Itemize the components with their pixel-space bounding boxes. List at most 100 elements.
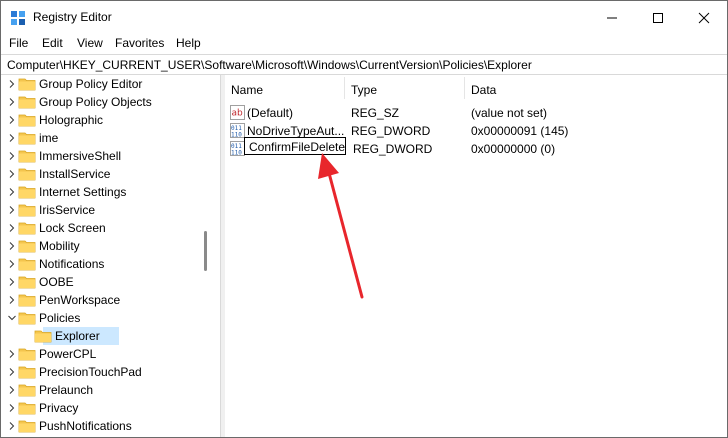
value-name: NoDriveTypeAut... <box>247 124 345 138</box>
tree-item[interactable]: ImmersiveShell <box>1 147 206 165</box>
chevron-right-icon[interactable] <box>7 114 17 126</box>
close-icon <box>698 12 710 24</box>
value-row[interactable]: 011 110 ConfirmFileDelete REG_DWORD 0x000000… <box>225 137 727 157</box>
folder-icon <box>18 365 36 379</box>
chevron-right-icon[interactable] <box>7 420 17 432</box>
menu-favorites[interactable]: Favorites <box>115 36 164 50</box>
svg-text:110: 110 <box>231 150 242 157</box>
tree-item[interactable]: Mobility <box>1 237 206 255</box>
close-button[interactable] <box>681 1 727 34</box>
maximize-button[interactable] <box>635 1 681 34</box>
tree-item[interactable]: PowerCPL <box>1 345 206 363</box>
value-data: 0x00000000 (0) <box>471 142 556 156</box>
tree-item-label: PushNotifications <box>39 419 132 433</box>
tree-item[interactable]: IrisService <box>1 201 206 219</box>
column-header-name-label: Name <box>231 83 264 97</box>
value-row[interactable]: ab (Default) REG_SZ (value not set) <box>225 103 727 121</box>
chevron-right-icon[interactable] <box>7 132 17 144</box>
minimize-button[interactable] <box>589 1 635 34</box>
chevron-right-icon[interactable] <box>7 240 17 252</box>
chevron-right-icon[interactable] <box>7 258 17 270</box>
folder-icon <box>18 131 36 145</box>
tree-item-label: ime <box>39 131 59 145</box>
tree-item[interactable]: Prelaunch <box>1 381 206 399</box>
folder-icon <box>18 203 36 217</box>
menu-bar: File Edit View Favorites Help <box>1 34 727 53</box>
folder-icon <box>18 221 36 235</box>
chevron-right-icon[interactable] <box>7 150 17 162</box>
chevron-right-icon[interactable] <box>7 222 17 234</box>
tree-item-label: OOBE <box>39 275 74 289</box>
chevron-right-icon[interactable] <box>7 186 17 198</box>
chevron-right-icon[interactable] <box>7 294 17 306</box>
tree-scrollbar-thumb[interactable] <box>204 231 207 271</box>
folder-icon <box>18 257 36 271</box>
column-header-name[interactable]: Name <box>225 75 344 101</box>
tree-item[interactable]: OOBE <box>1 273 206 291</box>
chevron-right-icon[interactable] <box>7 204 17 216</box>
folder-icon <box>18 347 36 361</box>
chevron-right-icon[interactable] <box>7 384 17 396</box>
column-header-type[interactable]: Type <box>345 75 464 101</box>
column-header-data-label: Data <box>471 83 497 97</box>
tree-item-label: Privacy <box>39 401 79 415</box>
tree-item[interactable]: Group Policy Editor <box>1 75 206 93</box>
value-name: (Default) <box>247 106 294 120</box>
title-bar[interactable]: Registry Editor <box>1 1 727 34</box>
tree-item[interactable]: Notifications <box>1 255 206 273</box>
folder-icon <box>18 419 36 433</box>
tree-item[interactable]: PushNotifications <box>1 417 206 435</box>
chevron-down-icon[interactable] <box>7 312 17 324</box>
folder-icon <box>18 401 36 415</box>
tree-item-label: InstallService <box>39 167 111 181</box>
tree-item-label: Internet Settings <box>39 185 127 199</box>
folder-icon <box>18 383 36 397</box>
tree-item-label: ImmersiveShell <box>39 149 122 163</box>
tree-item[interactable]: PrecisionTouchPad <box>1 363 206 381</box>
tree-item[interactable]: Group Policy Objects <box>1 93 206 111</box>
tree-item-label: Mobility <box>39 239 80 253</box>
tree-item[interactable]: Holographic <box>1 111 206 129</box>
tree-item-label: Explorer <box>55 329 100 343</box>
tree-item[interactable]: Explorer <box>1 327 206 345</box>
folder-icon <box>18 293 36 307</box>
folder-icon <box>18 77 36 91</box>
menu-edit[interactable]: Edit <box>42 36 63 50</box>
tree-item[interactable]: Privacy <box>1 399 206 417</box>
chevron-right-icon[interactable] <box>7 366 17 378</box>
chevron-right-icon[interactable] <box>7 168 17 180</box>
rename-input[interactable]: ConfirmFileDelete <box>244 137 346 155</box>
column-header-type-label: Type <box>351 83 378 97</box>
chevron-right-icon[interactable] <box>7 96 17 108</box>
tree-item[interactable]: Lock Screen <box>1 219 206 237</box>
tree-item[interactable]: Policies <box>1 309 206 327</box>
binary-value-icon: 011 110 <box>230 123 245 139</box>
chevron-right-icon[interactable] <box>7 402 17 414</box>
window-title: Registry Editor <box>33 10 112 24</box>
tree-item[interactable]: PenWorkspace <box>1 291 206 309</box>
key-tree-pane[interactable]: Group Policy Editor Group Policy Objects H… <box>1 75 213 437</box>
address-path[interactable]: Computer\HKEY_CURRENT_USER\Software\Micr… <box>7 58 532 72</box>
menu-help[interactable]: Help <box>176 36 201 50</box>
column-header-data[interactable]: Data <box>465 75 665 101</box>
chevron-right-icon[interactable] <box>7 348 17 360</box>
values-list-pane[interactable]: Name Type Data ab (Default) REG_SZ (value n… <box>225 75 727 437</box>
tree-item[interactable]: InstallService <box>1 165 206 183</box>
registry-app-icon <box>11 11 25 25</box>
tree-item-label: PowerCPL <box>39 347 97 361</box>
value-data: 0x00000091 (145) <box>471 124 569 138</box>
value-type: REG_SZ <box>351 106 400 120</box>
chevron-right-icon[interactable] <box>7 78 17 90</box>
folder-icon <box>34 329 52 343</box>
tree-item[interactable]: Internet Settings <box>1 183 206 201</box>
address-bar[interactable]: Computer\HKEY_CURRENT_USER\Software\Micr… <box>1 54 727 75</box>
string-value-icon: ab <box>230 105 245 120</box>
registry-editor-window: Registry Editor File Edit View Favorites… <box>0 0 728 438</box>
tree-item[interactable]: ime <box>1 129 206 147</box>
value-type: REG_DWORD <box>353 142 433 156</box>
chevron-right-icon[interactable] <box>7 276 17 288</box>
menu-file[interactable]: File <box>9 36 28 50</box>
tree-item-label: Prelaunch <box>39 383 94 397</box>
value-data: (value not set) <box>471 106 548 120</box>
menu-view[interactable]: View <box>77 36 103 50</box>
